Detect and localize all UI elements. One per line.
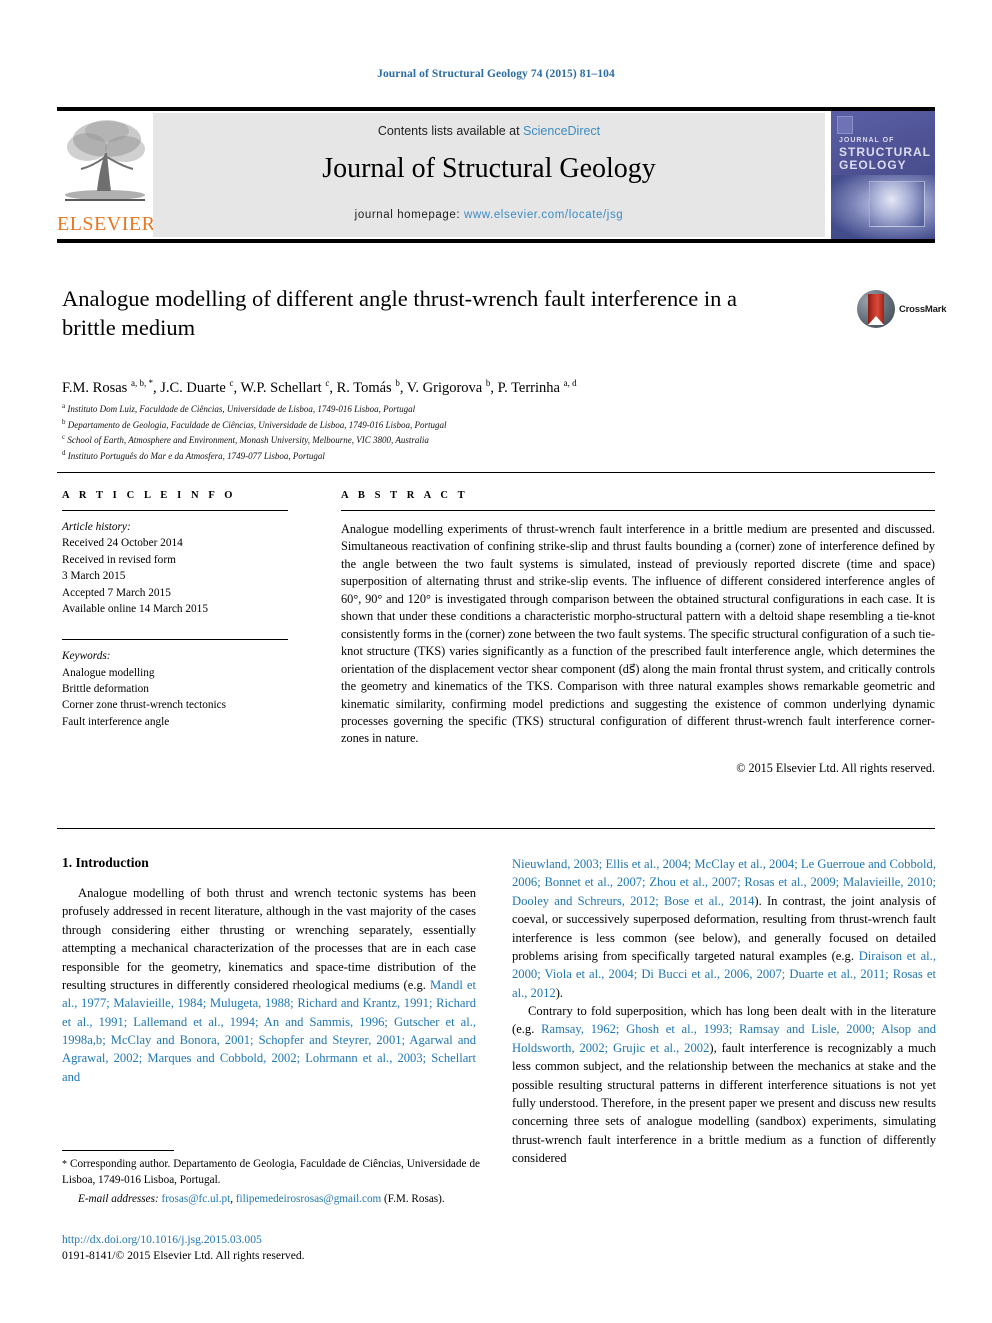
journal-homepage-line: journal homepage: www.elsevier.com/locat… <box>153 209 825 221</box>
masthead-band: Contents lists available at ScienceDirec… <box>153 113 825 237</box>
author-list: F.M. Rosas a, b, *, J.C. Duarte c, W.P. … <box>62 378 577 396</box>
intro-text: Analogue modelling of both thrust and wr… <box>62 886 476 992</box>
elsevier-tree-icon <box>61 113 149 209</box>
email-line: E-mail addresses: frosas@fc.ul.pt, filip… <box>62 1191 480 1207</box>
issn-copyright-line: 0191-8141/© 2015 Elsevier Ltd. All right… <box>62 1249 305 1263</box>
sciencedirect-link[interactable]: ScienceDirect <box>523 124 600 138</box>
crossmark-circle-icon <box>857 290 895 328</box>
cover-title-line-1: JOURNAL OF <box>839 137 895 144</box>
page-footer: http://dx.doi.org/10.1016/j.jsg.2015.03.… <box>62 1232 492 1265</box>
affiliation-text: Departamento de Geologia, Faculdade de C… <box>67 419 447 430</box>
homepage-prefix: journal homepage: <box>354 209 464 221</box>
cover-photo <box>831 175 935 239</box>
doi-link[interactable]: http://dx.doi.org/10.1016/j.jsg.2015.03.… <box>62 1232 492 1248</box>
history-item: Received in revised form <box>62 553 176 566</box>
section-heading-introduction: 1. Introduction <box>62 855 149 870</box>
affiliation-item: a Instituto Dom Luiz, Faculdade de Ciênc… <box>62 401 882 417</box>
keyword-item: Corner zone thrust-wrench tectonics <box>62 699 227 712</box>
page-title: Analogue modelling of different angle th… <box>62 286 737 340</box>
body-column-right: Nieuwland, 2003; Ellis et al., 2004; McC… <box>512 855 936 1167</box>
affiliation-item: b Departamento de Geologia, Faculdade de… <box>62 417 882 433</box>
email-owner: (F.M. Rosas). <box>381 1192 445 1205</box>
crossmark-badge[interactable]: CrossMark <box>857 290 947 330</box>
history-item: 3 March 2015 <box>62 570 126 583</box>
email-link-primary[interactable]: frosas@fc.ul.pt <box>161 1193 230 1205</box>
affiliation-mark: a <box>62 402 66 410</box>
history-item: Accepted 7 March 2015 <box>62 586 171 599</box>
homepage-url-link[interactable]: www.elsevier.com/locate/jsg <box>464 209 623 221</box>
page: Journal of Structural Geology 74 (2015) … <box>0 0 992 1323</box>
keyword-item: Analogue modelling <box>62 666 155 679</box>
citation-group: Mandl et al., 1977; Malavieille, 1984; M… <box>62 977 476 1084</box>
email-link-secondary[interactable]: filipemedeirosrosas@gmail.com <box>236 1193 381 1205</box>
affiliation-mark: c <box>62 433 66 442</box>
intro-text-end: ). <box>555 985 564 1000</box>
divider-above-info <box>57 472 935 473</box>
affiliation-mark: b <box>62 417 66 426</box>
affiliation-text: Instituto Dom Luiz, Faculdade de Ciência… <box>67 404 416 414</box>
divider-above-body <box>57 828 935 829</box>
affiliation-text: School of Earth, Atmosphere and Environm… <box>67 435 429 446</box>
crossmark-label: CrossMark <box>899 304 947 315</box>
abstract-heading: A B S T R A C T <box>341 490 469 501</box>
copyright-line: © 2015 Elsevier Ltd. All rights reserved… <box>736 760 935 775</box>
history-item: Available online 14 March 2015 <box>62 602 208 615</box>
crossmark-bookmark-icon <box>868 294 884 325</box>
journal-cover-thumbnail: JOURNAL OF STRUCTURAL GEOLOGY <box>831 111 935 239</box>
intro2-text-b: ), fault interference is recognizably a … <box>512 1040 936 1165</box>
divider <box>62 639 288 641</box>
article-history-block: Article history: Received 24 October 201… <box>62 519 288 617</box>
affiliation-text: Instituto Português do Mar e da Atmosfer… <box>67 451 325 462</box>
article-info-section: A R T I C L E I N F O Article history: R… <box>62 490 288 730</box>
intro-paragraph-1-continued: Nieuwland, 2003; Ellis et al., 2004; McC… <box>512 855 936 1002</box>
elsevier-logo: ELSEVIER <box>57 111 156 239</box>
keywords-label: Keywords: <box>62 650 111 663</box>
keywords-block: Keywords: Analogue modelling Brittle def… <box>62 648 288 730</box>
affiliation-item: c School of Earth, Atmosphere and Enviro… <box>62 432 882 448</box>
journal-masthead: ELSEVIER Contents lists available at Sci… <box>57 107 935 243</box>
abstract-text: Analogue modelling experiments of thrust… <box>341 522 935 746</box>
intro-paragraph-2: Contrary to fold superposition, which ha… <box>512 1002 936 1167</box>
cover-title-line-2: STRUCTURAL <box>839 145 931 159</box>
intro-paragraph-1: Analogue modelling of both thrust and wr… <box>62 884 476 1086</box>
running-head: Journal of Structural Geology 74 (2015) … <box>377 68 615 80</box>
article-history-label: Article history: <box>62 521 131 533</box>
corresponding-author-text: Corresponding author. Departamento de Ge… <box>62 1158 480 1187</box>
body-column-left: 1. Introduction Analogue modelling of bo… <box>62 855 476 1086</box>
affiliation-mark: d <box>62 449 66 458</box>
contents-available-line: Contents lists available at ScienceDirec… <box>153 124 825 138</box>
journal-title: Journal of Structural Geology <box>322 153 656 184</box>
keyword-item: Brittle deformation <box>62 683 149 695</box>
affiliation-item: d Instituto Português do Mar e da Atmosf… <box>62 448 882 464</box>
history-item: Received 24 October 2014 <box>62 537 183 550</box>
footnote-rule <box>62 1150 174 1151</box>
divider <box>341 510 935 511</box>
cover-logo-mark <box>837 116 853 134</box>
affiliation-list: a Instituto Dom Luiz, Faculdade de Ciênc… <box>62 401 882 464</box>
corresponding-author-footnote: * Corresponding author. Departamento de … <box>62 1156 480 1207</box>
abstract-section: A B S T R A C T Analogue modelling exper… <box>341 490 935 776</box>
contents-prefix: Contents lists available at <box>377 124 524 138</box>
divider <box>62 510 288 511</box>
email-addresses-label: E-mail addresses: <box>78 1192 159 1205</box>
article-info-heading: A R T I C L E I N F O <box>62 490 237 501</box>
keyword-item: Fault interference angle <box>62 715 170 728</box>
cover-title-line-3: GEOLOGY <box>839 158 907 172</box>
elsevier-wordmark: ELSEVIER <box>57 213 156 235</box>
